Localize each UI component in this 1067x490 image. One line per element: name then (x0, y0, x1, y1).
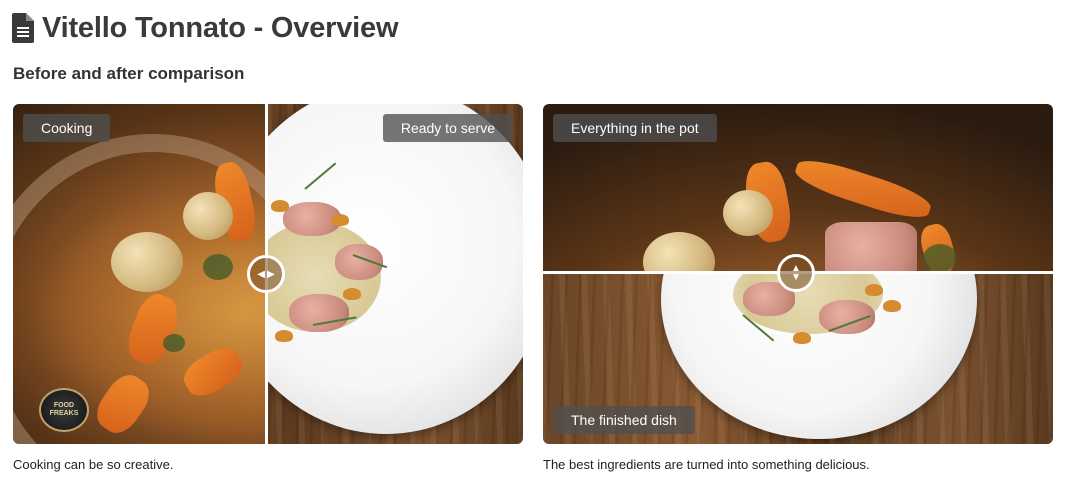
chevron-right-icon: ▶ (267, 268, 275, 280)
page-subtitle: Before and after comparison (13, 64, 245, 83)
comparison-caption: Cooking can be so creative. (13, 457, 174, 472)
image-comparison-dish[interactable]: ▲ ▼ Everything in the pot The finished di… (543, 104, 1053, 444)
after-label: The finished dish (553, 406, 695, 434)
comparison-slider-handle[interactable]: ▲ ▼ (777, 254, 815, 292)
comparison-caption: The best ingredients are turned into som… (543, 457, 870, 472)
chevron-down-icon: ▼ (791, 272, 801, 283)
comparison-slider-handle[interactable]: ◀ ▶ (247, 255, 285, 293)
page-header: Vitello Tonnato - Overview (12, 10, 398, 46)
document-icon (12, 13, 34, 43)
food-freaks-logo: FOOD FREAKS (39, 388, 89, 432)
chevron-left-icon: ◀ (257, 268, 265, 280)
before-label: Cooking (23, 114, 111, 142)
after-label: Ready to serve (382, 114, 513, 142)
image-comparison-cooking[interactable]: FOOD FREAKS ◀ ▶ Cooking Ready to serve (13, 104, 523, 444)
page-title: Vitello Tonnato - Overview (42, 11, 399, 44)
before-label: Everything in the pot (553, 114, 717, 142)
